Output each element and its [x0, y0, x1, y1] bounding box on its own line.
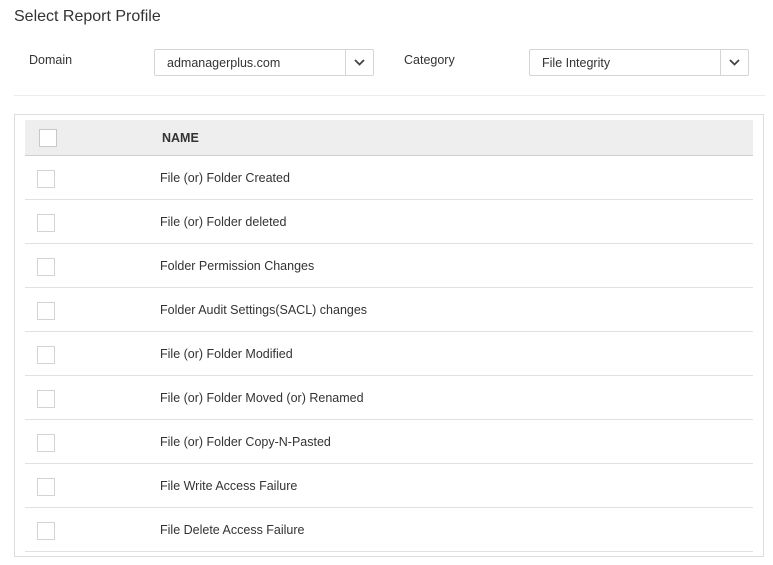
table-header: NAME [25, 120, 753, 156]
select-all-checkbox[interactable] [39, 129, 57, 147]
row-checkbox[interactable] [37, 478, 55, 496]
category-select-value: File Integrity [542, 55, 611, 70]
row-name: File (or) Folder Moved (or) Renamed [160, 391, 364, 405]
row-checkbox[interactable] [37, 170, 55, 188]
table-row[interactable]: File (or) Folder Created [25, 156, 753, 200]
divider [14, 95, 765, 96]
page-title: Select Report Profile [14, 8, 161, 25]
row-name: File (or) Folder deleted [160, 215, 287, 229]
table-row[interactable]: File (or) Folder Modified [25, 332, 753, 376]
row-name: File Delete Access Failure [160, 523, 305, 537]
domain-label: Domain [29, 53, 73, 67]
table-row[interactable]: File Write Access Failure [25, 464, 753, 508]
table-row[interactable]: File (or) Folder Moved (or) Renamed [25, 376, 753, 420]
table-row[interactable]: File (or) Folder Copy-N-Pasted [25, 420, 753, 464]
chevron-down-icon[interactable] [720, 50, 748, 75]
row-name: File (or) Folder Created [160, 171, 290, 185]
row-checkbox[interactable] [37, 302, 55, 320]
row-checkbox[interactable] [37, 390, 55, 408]
table-body: File (or) Folder Created File (or) Folde… [25, 156, 753, 552]
domain-select[interactable]: admanagerplus.com [154, 49, 374, 76]
chevron-down-icon[interactable] [345, 50, 373, 75]
category-label: Category [404, 53, 455, 67]
row-checkbox[interactable] [37, 214, 55, 232]
domain-select-value: admanagerplus.com [167, 55, 281, 70]
table-row[interactable]: File (or) Folder deleted [25, 200, 753, 244]
row-checkbox[interactable] [37, 258, 55, 276]
row-name: File (or) Folder Modified [160, 347, 293, 361]
table-row[interactable]: File Delete Access Failure [25, 508, 753, 552]
row-name: File (or) Folder Copy-N-Pasted [160, 435, 331, 449]
report-profile-table: NAME File (or) Folder Created File (or) … [14, 114, 764, 557]
table-row[interactable]: Folder Audit Settings(SACL) changes [25, 288, 753, 332]
row-name: Folder Permission Changes [160, 259, 315, 273]
table-row[interactable]: Folder Permission Changes [25, 244, 753, 288]
category-select[interactable]: File Integrity [529, 49, 749, 76]
row-checkbox[interactable] [37, 434, 55, 452]
row-name: Folder Audit Settings(SACL) changes [160, 303, 368, 317]
row-checkbox[interactable] [37, 346, 55, 364]
row-name: File Write Access Failure [160, 479, 298, 493]
column-header-name[interactable]: NAME [162, 131, 199, 145]
row-checkbox[interactable] [37, 522, 55, 540]
